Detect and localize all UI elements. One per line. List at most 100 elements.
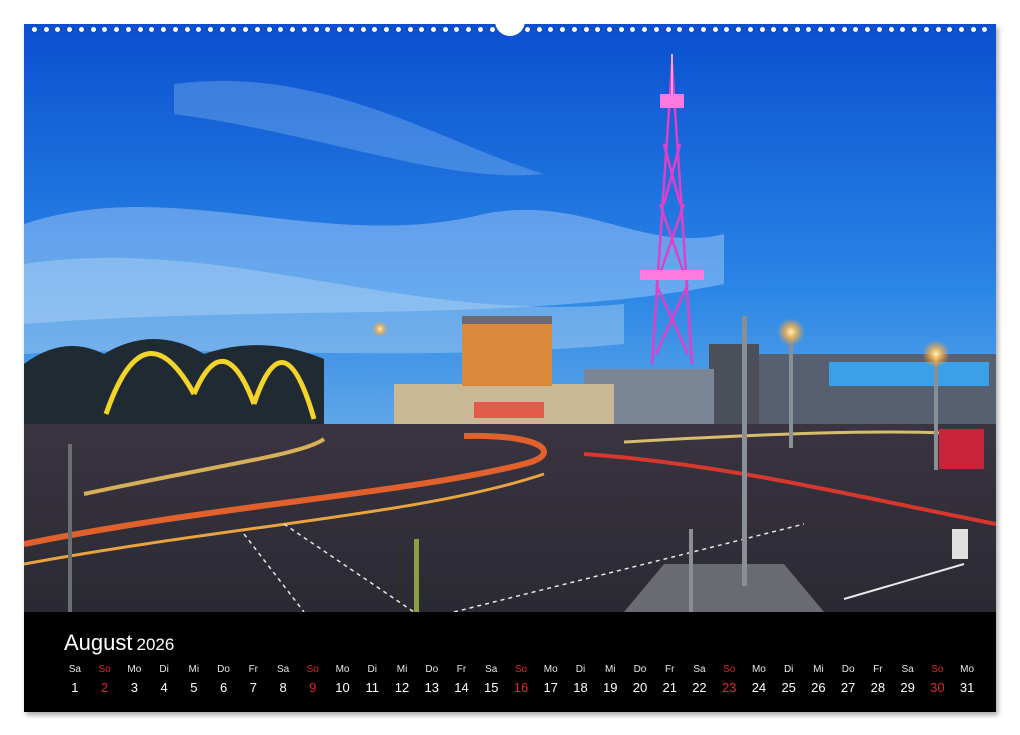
- binding-hole: [536, 26, 542, 32]
- day-cell: Sa 22: [685, 662, 715, 702]
- binding-hole: [313, 26, 319, 32]
- weekday-label: Fr: [456, 664, 467, 675]
- day-cell: Fr 7: [238, 662, 268, 702]
- binding-hole: [806, 26, 812, 32]
- weekday-label: Do: [217, 664, 230, 675]
- weekday-label: So: [306, 664, 319, 675]
- day-number: 16: [513, 680, 529, 695]
- day-cell: Mo 17: [536, 662, 566, 702]
- day-number: 23: [721, 680, 737, 695]
- day-number: 2: [100, 680, 109, 695]
- weekday-label: Sa: [68, 664, 81, 675]
- day-cell: Mi 12: [387, 662, 417, 702]
- day-number: 12: [394, 680, 410, 695]
- day-cell: Mo 24: [744, 662, 774, 702]
- binding-hole: [700, 26, 706, 32]
- weekday-label: Di: [783, 664, 794, 675]
- day-number: 31: [959, 680, 975, 695]
- day-cell: Sa 15: [476, 662, 506, 702]
- weekday-label: Fr: [248, 664, 259, 675]
- binding-hole: [947, 26, 953, 32]
- day-cell: So 16: [506, 662, 536, 702]
- binding-hole: [161, 26, 167, 32]
- day-number: 28: [870, 680, 886, 695]
- day-cell: Fr 28: [863, 662, 893, 702]
- day-cell: Mo 31: [952, 662, 982, 702]
- day-cell: So 30: [923, 662, 953, 702]
- binding-hole: [923, 26, 929, 32]
- month-title: August 2026: [64, 630, 174, 656]
- cover-photo: [24, 24, 996, 612]
- binding-hole: [642, 26, 648, 32]
- day-number: 29: [900, 680, 915, 695]
- binding-hole: [172, 26, 178, 32]
- binding-hole: [290, 26, 296, 32]
- weekday-label: Sa: [485, 664, 498, 675]
- binding-hole: [829, 26, 835, 32]
- weekday-label: Fr: [664, 664, 675, 675]
- day-number: 18: [573, 680, 588, 695]
- binding-hole: [935, 26, 941, 32]
- binding-hole: [454, 26, 460, 32]
- binding-hole: [407, 26, 413, 32]
- weekday-label: Mo: [543, 664, 558, 675]
- weekday-label: So: [98, 664, 111, 675]
- day-number: 8: [279, 680, 287, 695]
- binding-hole: [747, 26, 753, 32]
- binding-hole: [301, 26, 307, 32]
- binding-hole: [677, 26, 683, 32]
- weekday-label: So: [514, 664, 528, 675]
- day-number: 1: [71, 680, 79, 695]
- weekday-label: Do: [633, 664, 647, 675]
- binding-hole: [665, 26, 671, 32]
- binding-hole: [67, 26, 73, 32]
- day-number: 11: [365, 680, 380, 695]
- binding-hole: [55, 26, 61, 32]
- day-cell: Sa 1: [60, 662, 90, 702]
- binding-hole: [970, 26, 976, 32]
- day-number: 13: [424, 680, 439, 695]
- day-number: 6: [219, 680, 228, 695]
- day-cell: Do 27: [833, 662, 863, 702]
- weekday-label: Mo: [127, 664, 142, 675]
- binding-hole: [524, 26, 530, 32]
- binding-hole: [125, 26, 131, 32]
- day-cell: Do 20: [625, 662, 655, 702]
- day-number: 30: [930, 680, 945, 695]
- day-cell: Do 13: [417, 662, 447, 702]
- binding-hole: [208, 26, 214, 32]
- weekday-label: Di: [159, 664, 169, 675]
- binding-hole: [114, 26, 120, 32]
- binding-hole: [337, 26, 343, 32]
- binding-hole: [712, 26, 718, 32]
- binding-hole: [959, 26, 965, 32]
- binding-hole: [196, 26, 202, 32]
- weekday-label: So: [723, 664, 736, 675]
- day-number: 20: [632, 680, 648, 695]
- binding-hole: [430, 26, 436, 32]
- day-cell: Do 6: [209, 662, 239, 702]
- binding-hole: [982, 26, 988, 32]
- binding-hole: [630, 26, 636, 32]
- binding-hole: [595, 26, 601, 32]
- day-number: 4: [160, 680, 168, 695]
- weekday-label: Di: [575, 664, 586, 675]
- binding-hole: [466, 26, 472, 32]
- day-cell: So 9: [298, 662, 328, 702]
- binding-hole: [372, 26, 378, 32]
- binding-hole: [560, 26, 566, 32]
- binding-hole: [841, 26, 847, 32]
- day-number: 24: [751, 680, 767, 695]
- binding-hole: [818, 26, 824, 32]
- day-number: 26: [811, 680, 826, 695]
- binding-hole: [395, 26, 401, 32]
- binding-hole: [243, 26, 249, 32]
- binding-hole: [794, 26, 800, 32]
- binding-hole: [137, 26, 143, 32]
- day-number: 5: [190, 680, 198, 695]
- year: 2026: [136, 635, 175, 654]
- binding-hole: [653, 26, 659, 32]
- binding-hole: [618, 26, 624, 32]
- binding-hole: [231, 26, 237, 32]
- day-number: 17: [543, 680, 558, 695]
